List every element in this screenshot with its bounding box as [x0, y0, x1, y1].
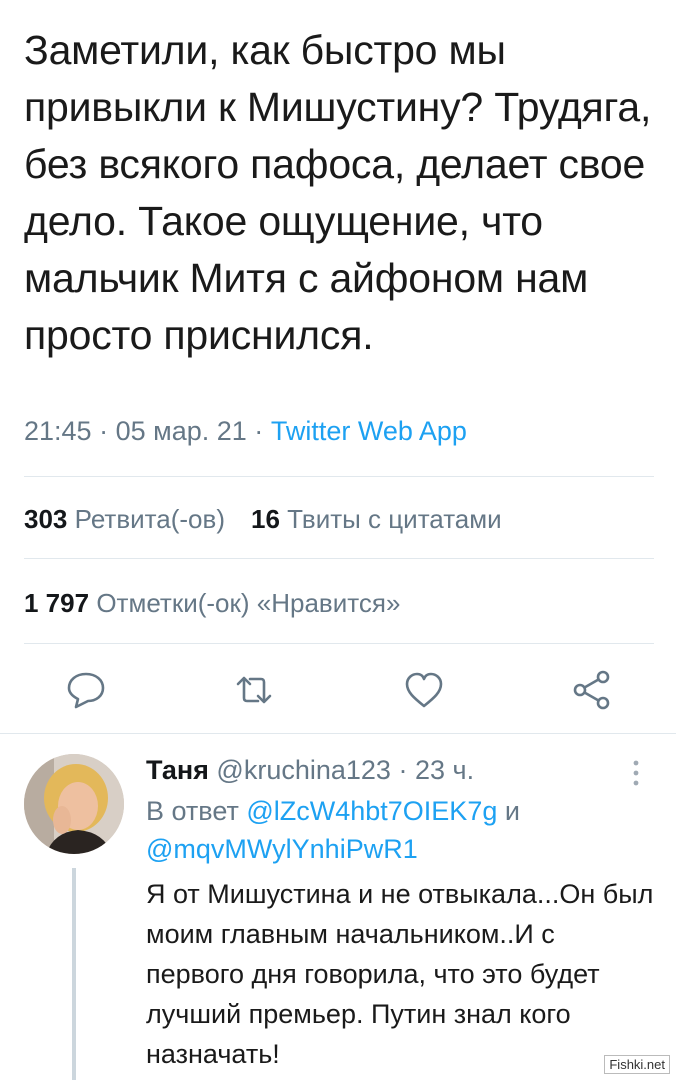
reply-tweet: Таня @kruchina123 · 23 ч. В ответ @lZcW4…	[146, 752, 656, 1074]
meta-separator: ·	[254, 416, 264, 446]
section-separator	[0, 733, 676, 734]
avatar-photo	[24, 754, 124, 854]
reply-author-handle[interactable]: @kruchina123	[216, 755, 391, 785]
tweet-text: Заметили, как быстро мы привыкли к Мишус…	[24, 27, 652, 358]
quotes-label: Твиты с цитатами	[287, 504, 502, 534]
retweet-button[interactable]	[232, 668, 276, 712]
reply-time: 23 ч.	[414, 755, 475, 785]
retweet-stats: 303 Ретвита(-ов) 16 Твиты с цитатами	[24, 504, 502, 535]
share-icon	[573, 670, 610, 710]
mention-link[interactable]: @lZcW4hbt7OIEK7g	[246, 796, 497, 826]
meta-separator: ·	[99, 416, 109, 446]
tweet-actions-bar	[0, 660, 676, 720]
mention-link[interactable]: @mqvMWylYnhiPwR1	[146, 834, 418, 864]
like-button[interactable]	[402, 668, 446, 712]
reply-icon	[67, 672, 105, 709]
tweet-meta: 21:45 · 05 мар. 21 · Twitter Web App	[24, 416, 467, 447]
reply-to-line: В ответ @lZcW4hbt7OIEK7g и @mqvMWylYnhiP…	[146, 792, 656, 868]
more-options-button[interactable]	[626, 758, 646, 792]
retweets-link[interactable]: 303 Ретвита(-ов)	[24, 504, 225, 534]
likes-link[interactable]: 1 797 Отметки(-ок) «Нравится»	[24, 588, 400, 618]
likes-stats: 1 797 Отметки(-ок) «Нравится»	[24, 588, 400, 619]
reply-to-label: В ответ	[146, 796, 239, 826]
reply-separator: ·	[398, 755, 408, 785]
reply-button[interactable]	[64, 668, 108, 712]
tweet-time: 21:45	[24, 416, 92, 446]
divider	[24, 558, 654, 559]
watermark: Fishki.net	[604, 1055, 670, 1074]
retweets-label: Ретвита(-ов)	[74, 504, 225, 534]
tweet-source-link[interactable]: Twitter Web App	[271, 416, 467, 446]
likes-label: Отметки(-ок) «Нравится»	[96, 588, 401, 618]
thread-line	[72, 868, 76, 1080]
retweets-count: 303	[24, 504, 68, 534]
share-button[interactable]	[570, 668, 614, 712]
quotes-link[interactable]: 16 Твиты с цитатами	[251, 504, 502, 534]
quotes-count: 16	[251, 504, 280, 534]
reply-header: Таня @kruchina123 · 23 ч.	[146, 752, 656, 788]
likes-count: 1 797	[24, 588, 90, 618]
and-label: и	[504, 796, 520, 826]
tweet-date: 05 мар. 21	[115, 416, 247, 446]
more-vertical-icon	[633, 760, 639, 786]
like-icon	[405, 672, 443, 708]
reply-text: Я от Мишустина и не отвыкала...Он был мо…	[146, 879, 654, 1069]
retweet-icon	[236, 676, 272, 704]
divider	[24, 643, 654, 644]
divider	[24, 476, 654, 477]
reply-author-name[interactable]: Таня	[146, 755, 209, 785]
avatar[interactable]	[24, 754, 124, 854]
